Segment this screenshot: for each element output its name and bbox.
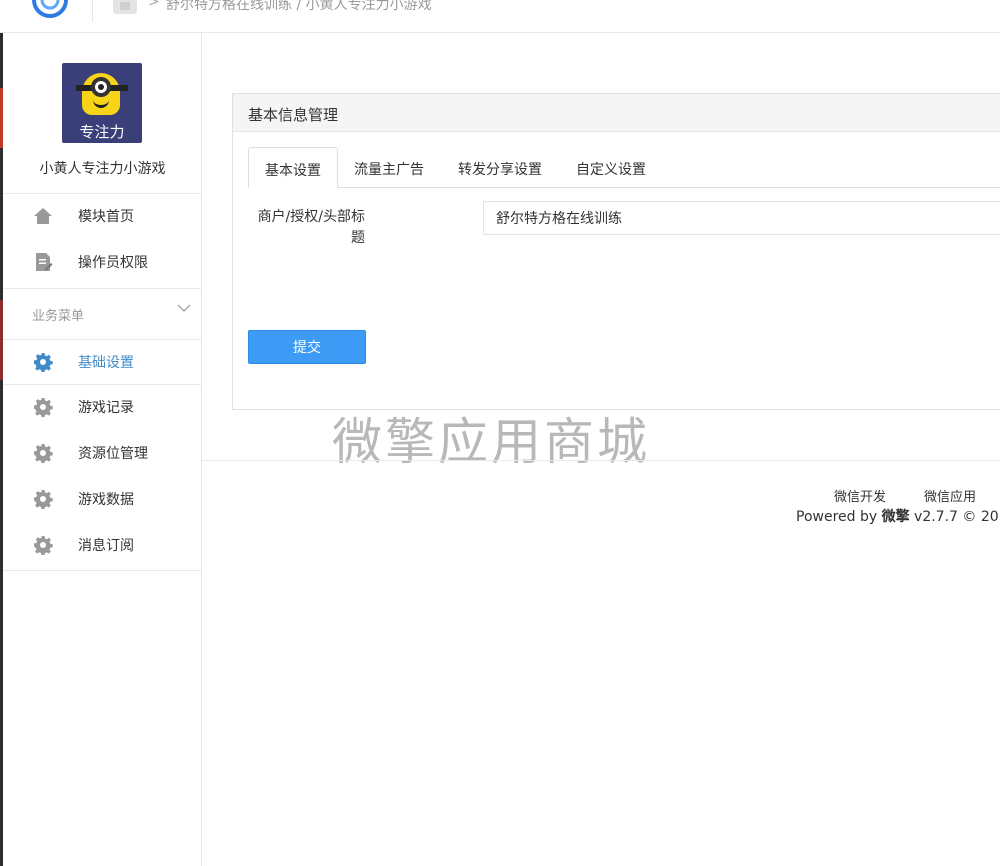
app-name: 小黄人专注力小游戏 — [39, 161, 166, 177]
brand-name: 微擎 — [881, 509, 910, 525]
section-title[interactable]: 业务菜单 — [32, 305, 84, 324]
submit-button[interactable]: 提交 — [248, 330, 366, 364]
document-edit-icon — [36, 253, 53, 271]
sidebar-item-label: 模块首页 — [78, 209, 134, 225]
basic-info-panel: 基本信息管理 基本设置 流量主广告 转发分享设置 自定义设置 商户/授权/头部标… — [232, 93, 1000, 410]
top-header: > 舒尔特方格在线训练 / 小黄人专注力小游戏 — [0, 0, 1000, 33]
chevron-down-icon[interactable] — [177, 301, 191, 315]
footer-divider — [202, 460, 1000, 461]
gear-icon — [34, 490, 53, 509]
tab-share-settings[interactable]: 转发分享设置 — [442, 147, 558, 188]
sidebar-item-message-subscription[interactable]: 消息订阅 — [3, 523, 202, 567]
gear-icon — [34, 398, 53, 417]
sidebar-item-label: 操作员权限 — [78, 255, 148, 271]
breadcrumb-separator: > — [148, 0, 160, 10]
sidebar-item-label: 游戏记录 — [78, 400, 134, 416]
gear-icon — [34, 536, 53, 555]
logo-icon[interactable] — [28, 0, 72, 22]
sidebar-item-game-data[interactable]: 游戏数据 — [3, 477, 202, 521]
sidebar-item-label: 基础设置 — [78, 355, 134, 371]
footer-link-wechat-dev[interactable]: 微信开发 — [834, 486, 886, 505]
divider — [3, 570, 202, 571]
footer-copyright: Powered by 微擎 v2.7.7 © 2014 — [796, 506, 1000, 526]
sidebar-item-module-home[interactable]: 模块首页 — [3, 194, 202, 238]
sidebar-item-label: 消息订阅 — [78, 538, 134, 554]
gear-icon — [34, 353, 53, 372]
pupil — [98, 84, 104, 90]
divider — [3, 288, 202, 289]
panel-title: 基本信息管理 — [248, 106, 339, 124]
footer-link-wechat-apps[interactable]: 微信应用 — [924, 486, 976, 505]
sidebar-item-label: 游戏数据 — [78, 492, 134, 508]
sidebar: 专注力 小黄人专注力小游戏 模块首页 操作员权限 业务菜单 基础设置 游戏记录 … — [3, 33, 202, 866]
version-text: v2.7.7 © 2014 — [914, 509, 1000, 525]
tab-bar: 基本设置 流量主广告 转发分享设置 自定义设置 — [248, 147, 1000, 188]
watermark: 微擎应用商城 — [332, 413, 650, 471]
header-title-input[interactable] — [483, 201, 1000, 235]
powered-by-text: Powered by — [796, 509, 882, 525]
tab-custom-settings[interactable]: 自定义设置 — [560, 147, 662, 188]
header-title-label: 商户/授权/头部标题 — [257, 209, 365, 246]
header-divider — [92, 0, 93, 22]
home-icon[interactable] — [113, 0, 137, 14]
sidebar-item-game-records[interactable]: 游戏记录 — [3, 385, 202, 429]
tab-basic-settings[interactable]: 基本设置 — [248, 147, 338, 188]
app-avatar: 专注力 — [62, 63, 142, 143]
sidebar-item-operator-permissions[interactable]: 操作员权限 — [3, 240, 202, 284]
home-icon — [34, 208, 52, 224]
sidebar-item-label: 资源位管理 — [78, 446, 148, 462]
avatar-label: 专注力 — [79, 123, 125, 141]
gear-icon — [34, 444, 53, 463]
breadcrumb[interactable]: 舒尔特方格在线训练 / 小黄人专注力小游戏 — [166, 0, 432, 14]
sidebar-item-resource-management[interactable]: 资源位管理 — [3, 431, 202, 475]
tab-traffic-ads[interactable]: 流量主广告 — [338, 147, 440, 188]
sidebar-item-basic-settings[interactable]: 基础设置 — [3, 340, 202, 384]
panel-header: 基本信息管理 — [233, 94, 1000, 132]
